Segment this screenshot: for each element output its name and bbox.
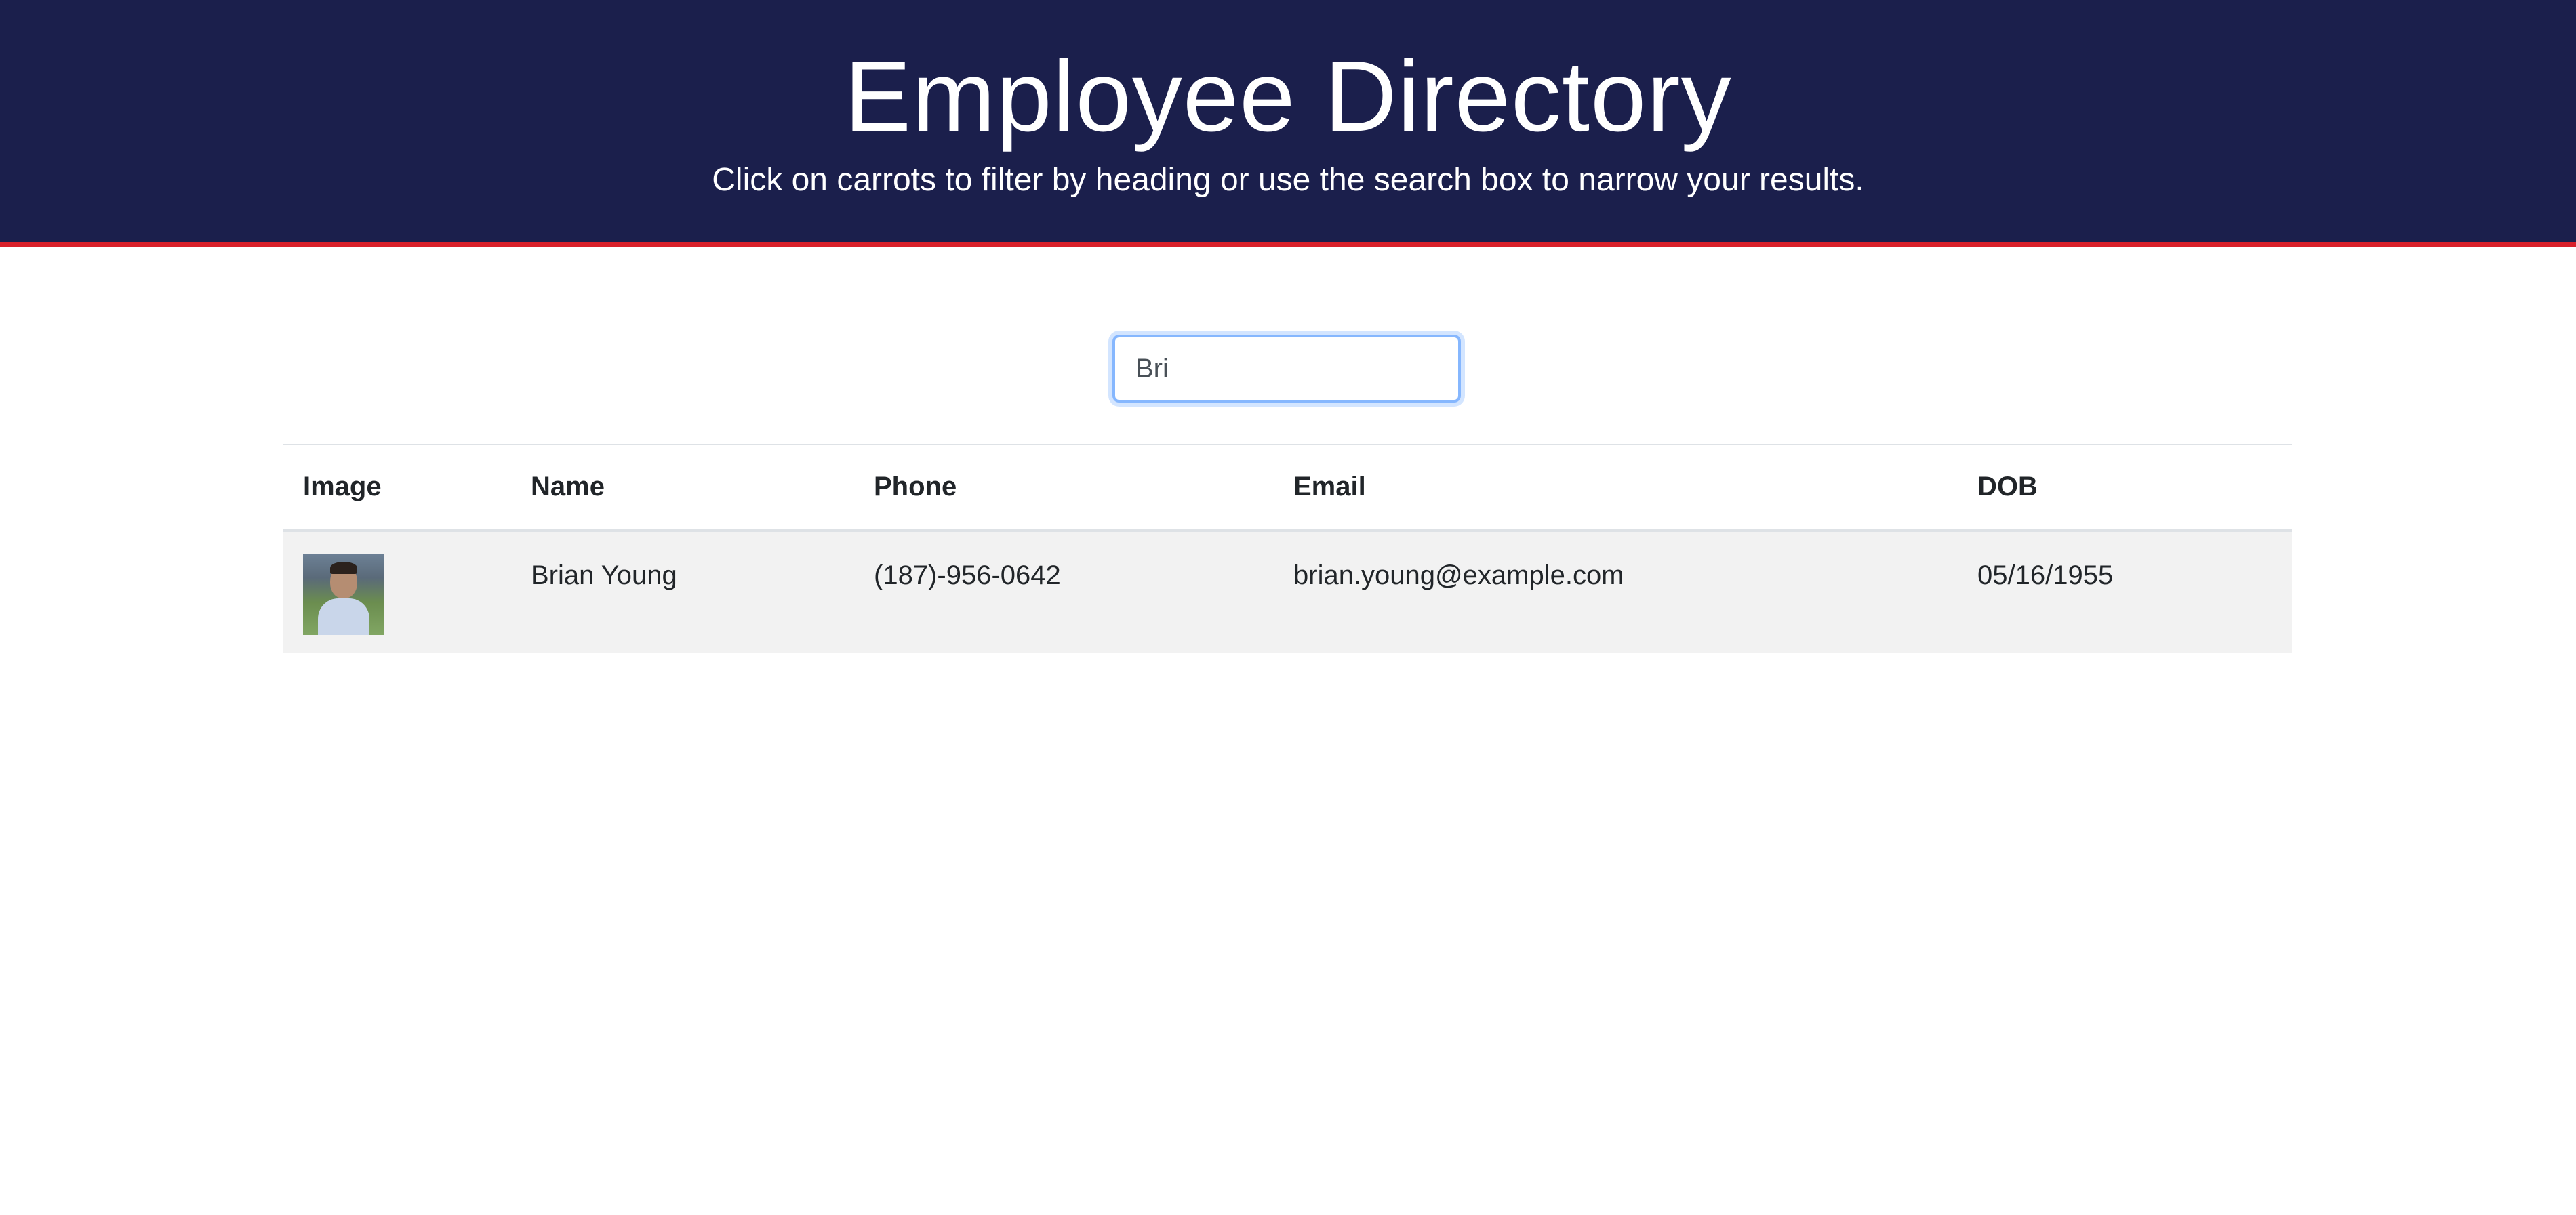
- column-header-email[interactable]: Email: [1273, 445, 1957, 531]
- page-title: Employee Directory: [844, 41, 1732, 152]
- cell-email: brian.young@example.com: [1293, 560, 1624, 590]
- employee-table-container: Image Name Phone Email DOB Brian Young (…: [283, 444, 2292, 653]
- column-header-name[interactable]: Name: [510, 445, 853, 531]
- search-input[interactable]: [1112, 335, 1461, 403]
- column-header-image[interactable]: Image: [283, 445, 510, 531]
- table-header-row: Image Name Phone Email DOB: [283, 445, 2292, 531]
- cell-name: Brian Young: [531, 560, 677, 590]
- employee-photo: [303, 554, 384, 635]
- employee-table: Image Name Phone Email DOB Brian Young (…: [283, 444, 2292, 653]
- table-row: Brian Young (187)-956-0642 brian.young@e…: [283, 530, 2292, 653]
- search-container: [1112, 335, 1461, 403]
- page-header: Employee Directory Click on carrots to f…: [0, 0, 2576, 247]
- cell-dob: 05/16/1955: [1977, 560, 2114, 590]
- cell-phone: (187)-956-0642: [874, 560, 1061, 590]
- column-header-phone[interactable]: Phone: [853, 445, 1273, 531]
- column-header-dob[interactable]: DOB: [1957, 445, 2292, 531]
- cell-image: [283, 531, 510, 653]
- page-subtitle: Click on carrots to filter by heading or…: [712, 162, 1864, 198]
